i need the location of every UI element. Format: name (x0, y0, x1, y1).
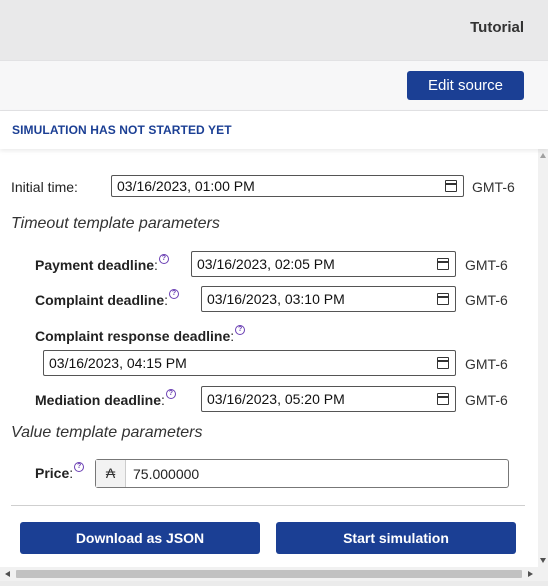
payment-deadline-timezone: GMT-6 (465, 257, 508, 273)
price-label: Price:? (35, 462, 85, 481)
download-json-button[interactable]: Download as JSON (20, 522, 260, 554)
scrollbar-thumb[interactable] (16, 570, 522, 578)
vertical-scrollbar[interactable] (538, 149, 548, 567)
complaint-response-deadline-timezone: GMT-6 (465, 356, 508, 372)
scroll-up-arrow-icon[interactable] (540, 153, 546, 158)
mediation-deadline-label: Mediation deadline:? (35, 389, 176, 408)
complaint-deadline-input[interactable]: 03/16/2023, 03:10 PM (201, 286, 456, 312)
calendar-icon[interactable] (437, 258, 449, 270)
simulation-status-bar: SIMULATION HAS NOT STARTED YET (0, 111, 548, 149)
mediation-deadline-value: 03/16/2023, 05:20 PM (207, 391, 345, 407)
calendar-icon[interactable] (437, 393, 449, 405)
currency-symbol: ₳ (96, 460, 126, 487)
payment-deadline-label: Payment deadline:? (35, 254, 169, 273)
divider (11, 505, 525, 506)
calendar-icon[interactable] (437, 357, 449, 369)
initial-time-label: Initial time: (11, 179, 78, 195)
price-input[interactable]: ₳ 75.000000 (95, 459, 509, 488)
toolbar: Edit source (0, 60, 548, 111)
mediation-deadline-timezone: GMT-6 (465, 392, 508, 408)
scrollbar-corner (538, 567, 548, 581)
calendar-icon[interactable] (445, 180, 457, 192)
scroll-right-arrow-icon[interactable] (528, 571, 533, 577)
payment-deadline-value: 03/16/2023, 02:05 PM (197, 256, 335, 272)
initial-time-timezone: GMT-6 (472, 179, 515, 195)
edit-source-button[interactable]: Edit source (407, 71, 524, 100)
calendar-icon[interactable] (437, 293, 449, 305)
simulation-form: Initial time: 03/16/2023, 01:00 PM GMT-6… (0, 149, 538, 567)
price-value: 75.000000 (133, 466, 200, 482)
complaint-deadline-label: Complaint deadline:? (35, 289, 180, 308)
payment-deadline-input[interactable]: 03/16/2023, 02:05 PM (191, 251, 456, 277)
help-icon[interactable]: ? (165, 389, 176, 399)
complaint-response-deadline-value: 03/16/2023, 04:15 PM (49, 355, 187, 371)
help-icon[interactable]: ? (235, 325, 246, 335)
app-title: Tutorial (470, 19, 524, 36)
timeout-section-title: Timeout template parameters (11, 215, 220, 232)
value-section-title: Value template parameters (11, 424, 203, 441)
help-icon[interactable]: ? (169, 289, 180, 299)
mediation-deadline-input[interactable]: 03/16/2023, 05:20 PM (201, 386, 456, 412)
bottom-edge (0, 581, 548, 586)
initial-time-value: 03/16/2023, 01:00 PM (117, 178, 255, 194)
complaint-deadline-value: 03/16/2023, 03:10 PM (207, 291, 345, 307)
scroll-down-arrow-icon[interactable] (540, 558, 546, 563)
complaint-response-deadline-label: Complaint response deadline:? (35, 325, 246, 344)
scroll-left-arrow-icon[interactable] (5, 571, 10, 577)
help-icon[interactable]: ? (158, 254, 169, 264)
simulation-status-text: SIMULATION HAS NOT STARTED YET (12, 123, 232, 137)
complaint-deadline-timezone: GMT-6 (465, 292, 508, 308)
app-header: Tutorial (0, 0, 548, 60)
help-icon[interactable]: ? (74, 462, 85, 472)
complaint-response-deadline-input[interactable]: 03/16/2023, 04:15 PM (43, 350, 456, 376)
initial-time-input[interactable]: 03/16/2023, 01:00 PM (111, 175, 464, 197)
horizontal-scrollbar[interactable] (0, 567, 538, 581)
start-simulation-button[interactable]: Start simulation (276, 522, 516, 554)
